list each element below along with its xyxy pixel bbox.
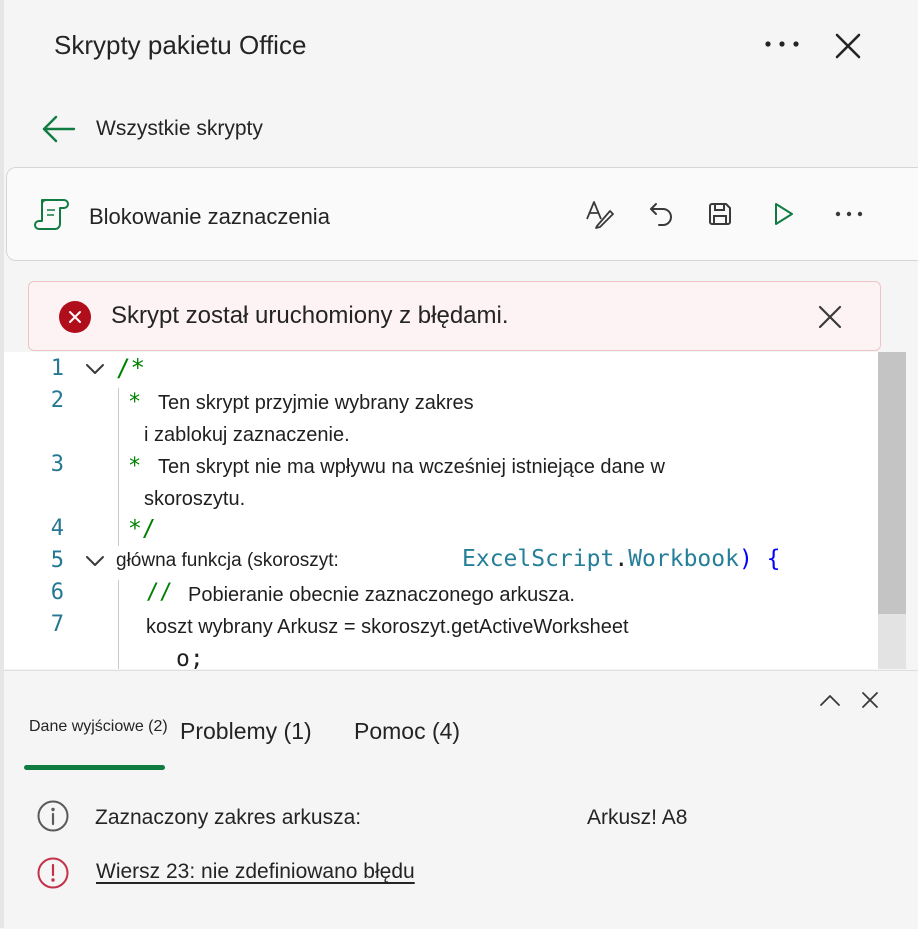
chevron-down-icon (86, 364, 104, 374)
comment-marker: * (128, 454, 142, 479)
undo-button[interactable] (639, 192, 683, 236)
chevron-down-icon (86, 556, 104, 566)
more-options-button[interactable] (760, 26, 804, 62)
output-panel (4, 670, 918, 929)
back-link-label: Wszystkie skrypty (96, 117, 263, 140)
dismiss-banner-button[interactable] (809, 296, 851, 338)
member-dot: . (614, 546, 629, 572)
close-icon (862, 692, 878, 708)
line-number: 4 (50, 516, 64, 541)
code-line-2: Ten skrypt przyjmie wybrany zakres (158, 392, 474, 414)
code-line-7-wrap: o; (176, 646, 204, 669)
line-number: 7 (50, 612, 64, 637)
rename-icon (586, 201, 614, 229)
error-dismiss-circle-icon (59, 301, 91, 333)
indent-guide (118, 388, 119, 546)
tab-output[interactable]: Dane wyjściowe (2) (29, 718, 168, 736)
script-card: Blokowanie zaznaczenia (6, 167, 918, 261)
fold-toggle[interactable] (84, 360, 106, 378)
brace-open: ) { (738, 546, 781, 572)
output-value: Arkusz! A8 (587, 806, 688, 829)
close-pane-button[interactable] (826, 24, 870, 68)
type-name: Workbook (628, 546, 739, 572)
script-more-options-button[interactable] (827, 192, 871, 236)
script-document-icon (34, 199, 69, 230)
line-number: 3 (50, 452, 64, 477)
code-line-4: */ (128, 516, 156, 542)
more-horizontal-icon (765, 41, 799, 47)
comment-marker: * (128, 390, 142, 415)
rename-script-button[interactable] (578, 192, 622, 236)
info-icon (37, 800, 69, 832)
output-message: Zaznaczony zakres arkusza: (95, 806, 362, 829)
comment-marker: // (146, 580, 173, 605)
play-icon (775, 203, 793, 225)
more-horizontal-icon (835, 211, 863, 217)
line-number: 6 (50, 580, 64, 605)
pane-title: Skrypty pakietu Office (54, 30, 307, 60)
collapse-panel-button[interactable] (814, 684, 846, 716)
back-to-all-scripts-link[interactable]: Wszystkie skrypty (40, 114, 263, 144)
chevron-up-icon (820, 695, 840, 706)
code-editor[interactable]: 1 2 3 4 5 6 7 /* * Ten skrypt przyjmie w… (4, 352, 878, 669)
code-line-3: Ten skrypt nie ma wpływu na wcześniej is… (158, 456, 665, 478)
error-banner: Skrypt został uruchomiony z błędami. (28, 281, 881, 351)
active-tab-indicator (24, 765, 165, 770)
type-namespace: ExcelScript (462, 546, 615, 572)
code-line-3-wrap: skoroszytu. (144, 488, 246, 510)
tab-problems[interactable]: Problemy (1) (180, 718, 312, 745)
code-line-5: główna funkcja (skoroszyt: (116, 550, 339, 571)
close-icon (818, 305, 842, 329)
arrow-left-icon (42, 115, 76, 143)
error-message-link[interactable]: Wiersz 23: nie zdefiniowano błędu (96, 860, 415, 884)
code-line-6: Pobieranie obecnie zaznaczonego arkusza. (188, 584, 575, 606)
undo-icon (650, 203, 672, 226)
line-number: 5 (50, 548, 64, 573)
scrollbar-thumb[interactable] (878, 352, 906, 614)
save-icon (709, 203, 731, 225)
code-line-2-wrap: i zablokuj zaznaczenie. (144, 424, 350, 446)
fold-toggle[interactable] (84, 552, 106, 570)
line-number: 2 (50, 388, 64, 413)
indent-guide (118, 580, 119, 669)
close-panel-button[interactable] (854, 684, 886, 716)
run-script-button[interactable] (761, 192, 805, 236)
editor-scrollbar[interactable] (878, 352, 906, 669)
error-banner-message: Skrypt został uruchomiony z błędami. (111, 302, 509, 329)
save-button[interactable] (698, 192, 742, 236)
tab-help[interactable]: Pomoc (4) (354, 718, 460, 745)
code-line-7: koszt wybrany Arkusz = skoroszyt.getActi… (146, 616, 629, 638)
code-line-1: /* (116, 354, 145, 382)
error-icon (37, 857, 69, 889)
close-icon (835, 33, 861, 59)
line-number: 1 (50, 356, 64, 381)
script-name: Blokowanie zaznaczenia (89, 204, 330, 229)
